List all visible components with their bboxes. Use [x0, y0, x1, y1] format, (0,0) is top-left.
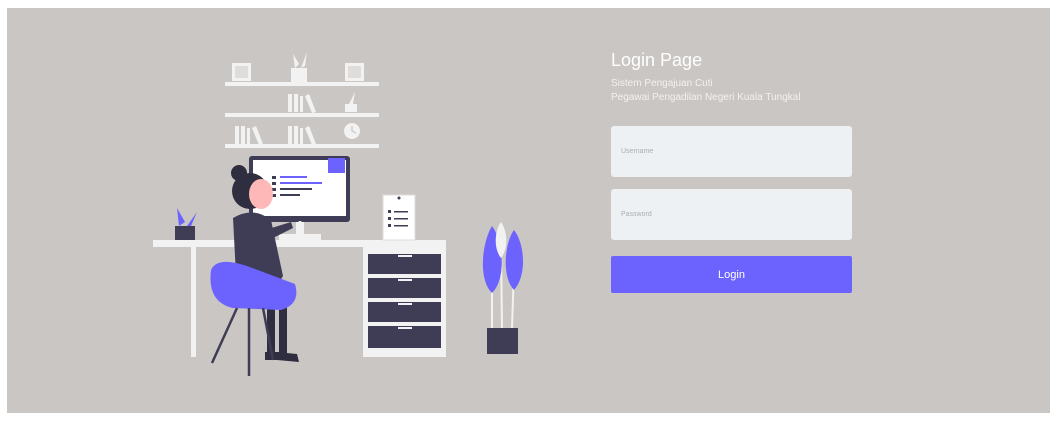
clipboard [382, 194, 416, 241]
bookshelf [225, 52, 379, 148]
desk [153, 240, 446, 357]
login-panel: Login Page Sistem Pengajuan Cuti Pegawai… [7, 8, 1050, 413]
subtitle-line-2: Pegawai Pengadilan Negeri Kuala Tungkal [611, 92, 801, 103]
desk-plant [175, 208, 197, 240]
floor-plant [482, 222, 524, 354]
login-button[interactable]: Login [611, 256, 852, 293]
page-title: Login Page [611, 50, 703, 70]
subtitle-line-1: Sistem Pengajuan Cuti [611, 78, 713, 89]
password-input[interactable] [611, 189, 852, 240]
username-input[interactable] [611, 126, 852, 177]
workspace-illustration [153, 52, 524, 376]
app-subtitle: Sistem Pengajuan Cuti Pegawai Pengadilan… [611, 77, 853, 105]
login-form: Login Page Sistem Pengajuan Cuti Pegawai… [611, 48, 853, 293]
